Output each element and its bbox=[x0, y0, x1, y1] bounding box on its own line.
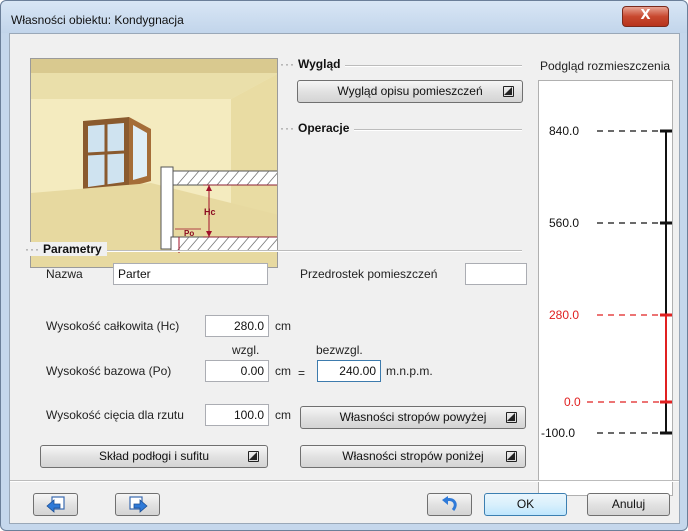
prefix-label: Przedrostek pomieszczeń bbox=[300, 267, 438, 281]
equals-sign: = bbox=[298, 366, 306, 380]
undo-icon bbox=[441, 496, 457, 511]
base-height-label: Wysokość bazowa (Po) bbox=[46, 364, 172, 378]
absolute-height-input[interactable]: 240.00 bbox=[317, 360, 381, 382]
operations-header: ··· Operacje bbox=[280, 121, 355, 135]
next-object-button[interactable] bbox=[115, 493, 160, 516]
total-height-unit: cm bbox=[275, 319, 291, 333]
close-button[interactable]: X bbox=[622, 6, 669, 27]
prefix-input[interactable] bbox=[465, 263, 527, 285]
ok-button[interactable]: OK bbox=[484, 493, 567, 516]
cut-height-unit: cm bbox=[275, 408, 291, 422]
ceiling-below-properties-button[interactable]: Własności stropów poniżej bbox=[300, 445, 526, 468]
cut-height-input[interactable]: 100.0 bbox=[205, 404, 269, 426]
base-height-unit: cm bbox=[275, 364, 291, 378]
name-input[interactable]: Parter bbox=[113, 263, 268, 285]
room-label-appearance-button[interactable]: Wygląd opisu pomieszczeń bbox=[297, 80, 523, 103]
cancel-button[interactable]: Anuluj bbox=[587, 493, 670, 516]
level-label-840: 840.0 bbox=[549, 124, 580, 138]
window-title: Własności obiektu: Kondygnacja bbox=[11, 13, 184, 27]
open-dialog-icon bbox=[506, 412, 517, 423]
absolute-label: bezwzgl. bbox=[316, 343, 363, 357]
dialog-window: Własności obiektu: Kondygnacja X Hc Po ·… bbox=[0, 0, 688, 531]
hc-label: Hc bbox=[204, 207, 216, 217]
base-height-input[interactable]: 0.00 bbox=[205, 360, 269, 382]
absolute-height-unit: m.n.p.m. bbox=[386, 364, 433, 378]
total-height-label: Wysokość całkowita (Hc) bbox=[46, 319, 180, 333]
floor-ceiling-composition-button[interactable]: Skład podłogi i sufitu bbox=[40, 445, 268, 468]
appearance-header: ··· Wygląd bbox=[280, 57, 346, 71]
import-arrow-icon bbox=[45, 496, 65, 513]
level-marks bbox=[587, 129, 672, 435]
open-dialog-icon bbox=[503, 86, 514, 97]
storey-illustration bbox=[31, 59, 277, 267]
title-bar[interactable]: Własności obiektu: Kondygnacja X bbox=[1, 1, 687, 33]
layout-preview-title: Podgląd rozmieszczenia bbox=[540, 59, 671, 73]
parameters-header: ··· Parametry bbox=[25, 242, 107, 256]
layout-preview-panel: 840.0 560.0 280.0 0.0 -100.0 bbox=[538, 80, 673, 496]
footer-divider bbox=[10, 480, 679, 482]
ceiling-above-properties-button[interactable]: Własności stropów powyżej bbox=[300, 406, 526, 429]
po-label: Po bbox=[184, 229, 195, 238]
dialog-body: Hc Po ··· Wygląd Wygląd opisu pomieszczeń… bbox=[9, 33, 680, 524]
open-dialog-icon bbox=[248, 451, 259, 462]
level-label-560: 560.0 bbox=[549, 216, 580, 230]
level-label-280: 280.0 bbox=[549, 308, 580, 322]
relative-label: wzgl. bbox=[232, 343, 260, 357]
open-dialog-icon bbox=[506, 451, 517, 462]
name-label: Nazwa bbox=[46, 267, 83, 281]
undo-button[interactable] bbox=[427, 493, 472, 516]
level-label-0: 0.0 bbox=[564, 395, 581, 409]
cut-height-label: Wysokość cięcia dla rzutu bbox=[46, 408, 184, 422]
storey-preview-image: Hc Po bbox=[30, 58, 278, 268]
total-height-input[interactable]: 280.0 bbox=[205, 315, 269, 337]
prev-object-button[interactable] bbox=[33, 493, 78, 516]
export-arrow-icon bbox=[128, 496, 148, 513]
level-label-minus100: -100.0 bbox=[541, 426, 576, 440]
